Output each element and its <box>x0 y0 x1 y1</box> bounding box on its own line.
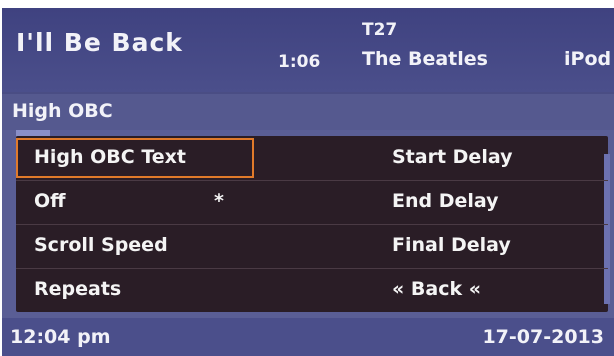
menu-item-back[interactable]: « Back « <box>392 278 481 300</box>
menu-item-repeats[interactable]: Repeats <box>34 278 121 300</box>
track-number: T27 <box>362 20 398 40</box>
car-display-screen: I'll Be Back 1:06 T27 The Beatles iPod H… <box>2 8 614 356</box>
menu-title-bar: High OBC <box>2 94 614 130</box>
elapsed-time: 1:06 <box>278 52 321 72</box>
source-label: iPod <box>564 48 612 70</box>
menu-item-end-delay[interactable]: End Delay <box>392 190 499 212</box>
menu-row: Off * End Delay <box>16 180 608 225</box>
active-marker: * <box>214 190 224 212</box>
menu-row: Scroll Speed Final Delay <box>16 224 608 269</box>
menu-item-off[interactable]: Off <box>34 190 66 212</box>
artist-name: The Beatles <box>362 48 488 70</box>
menu-item-high-obc-text[interactable]: High OBC Text <box>34 146 186 168</box>
menu-row: High OBC Text Start Delay <box>16 136 608 181</box>
menu-panel: High OBC Text Start Delay Off * End Dela… <box>16 136 610 312</box>
menu-title: High OBC <box>12 100 113 122</box>
menu-item-scroll-speed[interactable]: Scroll Speed <box>34 234 168 256</box>
now-playing-header: I'll Be Back 1:06 T27 The Beatles iPod <box>2 8 614 92</box>
date: 17-07-2013 <box>482 326 604 348</box>
menu-row: Repeats « Back « <box>16 268 608 312</box>
status-bar: 12:04 pm 17-07-2013 <box>2 318 614 356</box>
menu-item-start-delay[interactable]: Start Delay <box>392 146 512 168</box>
track-title: I'll Be Back <box>16 28 183 57</box>
clock: 12:04 pm <box>10 326 111 348</box>
menu-item-final-delay[interactable]: Final Delay <box>392 234 511 256</box>
menu-list-area: High OBC Text Start Delay Off * End Dela… <box>2 130 614 318</box>
